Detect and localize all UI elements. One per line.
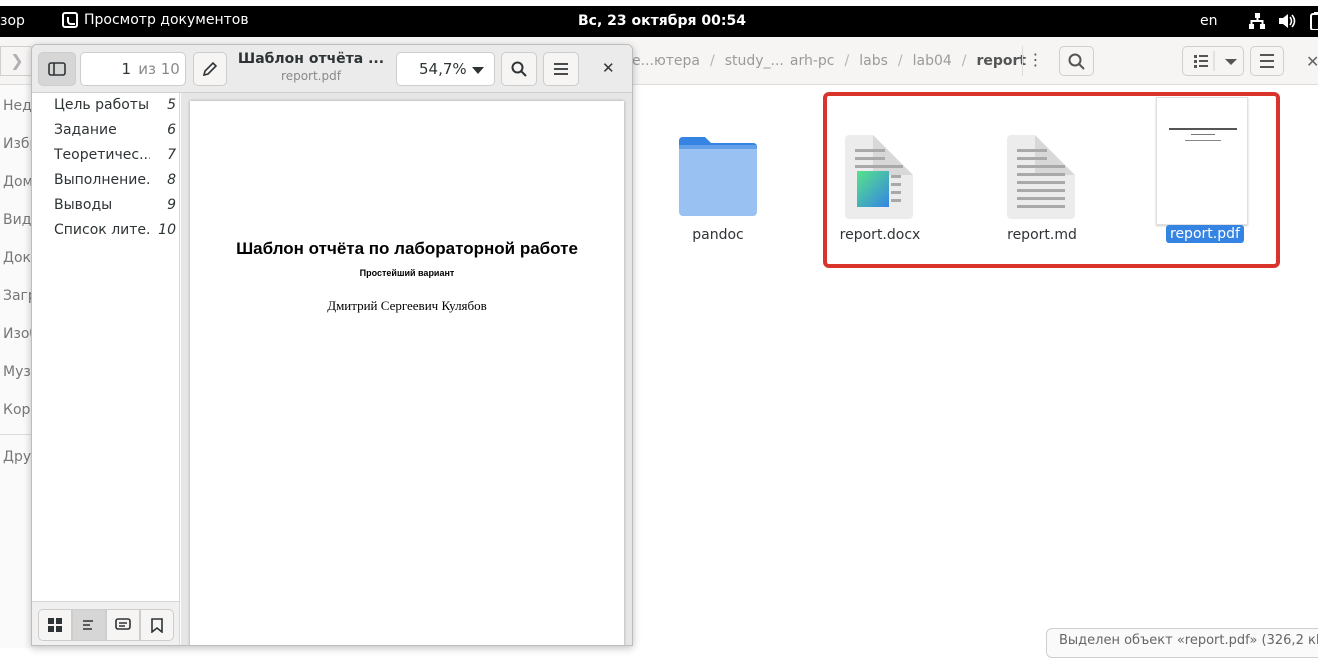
app-menu[interactable]: Просмотр документов — [62, 12, 249, 28]
document-heading: Шаблон отчёта по лабораторной работе — [236, 239, 578, 258]
desktop-strip — [0, 0, 1318, 6]
bookmark-icon — [151, 617, 163, 633]
zoom-level: 54,7% — [419, 60, 467, 78]
main-menu-button[interactable] — [1250, 46, 1284, 76]
network-icon — [1249, 13, 1265, 29]
outline-item[interactable]: Задание 6 — [54, 122, 178, 144]
status-bar: Выделен объект «report.pdf» (326,2 кБ) — [1046, 628, 1318, 658]
outline-label: Цель работы — [54, 97, 150, 113]
keyboard-layout-indicator[interactable]: en — [1200, 13, 1218, 29]
close-icon[interactable]: ✕ — [602, 59, 615, 77]
outline-page: 8 — [167, 172, 176, 188]
page-current[interactable]: 1 — [81, 60, 131, 78]
outline-icon — [83, 620, 93, 630]
search-button[interactable] — [1059, 46, 1094, 76]
volume-icon — [1279, 14, 1296, 28]
outline-label: Выполнение... — [54, 172, 150, 188]
app-menu-label: Просмотр документов — [84, 12, 249, 28]
files-sidebar: Неде Избр Дом Виде Доку Загр Изоб Музы К… — [0, 85, 42, 648]
breadcrumb-separator: / — [961, 53, 967, 69]
search-icon — [511, 61, 527, 77]
viewer-menu-button[interactable] — [543, 52, 579, 86]
document-filename: report.pdf — [281, 69, 341, 83]
activities-button[interactable]: зор — [0, 13, 25, 29]
back-button[interactable]: ❯ — [0, 46, 34, 76]
outline-item[interactable]: Выполнение... 8 — [54, 172, 178, 194]
bookmarks-tab[interactable] — [140, 609, 174, 641]
pdf-page: Шаблон отчёта по лабораторной работе Про… — [190, 101, 624, 645]
zoom-dropdown[interactable]: 54,7% — [396, 52, 495, 86]
sidebar-mode-switcher — [32, 601, 180, 645]
file-name: pandoc — [692, 227, 744, 243]
outline-page: 6 — [167, 122, 176, 138]
files-close-icon[interactable]: ✕ — [1306, 52, 1318, 71]
outline-page: 10 — [158, 222, 176, 238]
annotate-button[interactable] — [193, 52, 227, 86]
document-author: Дмитрий Сергеевич Кулябов — [327, 298, 487, 313]
sidebar-toggle-button[interactable] — [38, 52, 76, 86]
outline-label: Задание — [54, 122, 117, 138]
comment-icon — [115, 618, 131, 630]
outline-page: 9 — [167, 197, 176, 213]
page-total: из 10 — [138, 60, 180, 78]
highlight-annotation — [823, 92, 1280, 268]
breadcrumb-item[interactable]: arh-pc — [790, 53, 835, 69]
outline-sidebar: Цель работы 5 Задание 6 Теоретичес... 7 Вып… — [32, 93, 180, 603]
folder-icon — [679, 137, 757, 216]
outline-label: Список лите... — [54, 222, 150, 238]
clock[interactable]: Вс, 23 октября 00:54 — [578, 13, 746, 29]
outline-page: 5 — [167, 97, 176, 113]
chevron-down-icon — [472, 67, 484, 74]
pencil-icon — [202, 61, 218, 77]
document-subtitle: Простейший вариант — [359, 268, 455, 278]
sidebar-icon — [48, 62, 66, 76]
breadcrumb-item[interactable]: е...ютера — [632, 53, 700, 69]
outline-tab[interactable] — [72, 609, 106, 641]
file-item-pandoc[interactable]: pandoc — [668, 133, 768, 248]
path-menu-button[interactable]: ⋮ — [1022, 46, 1048, 76]
outline-item[interactable]: Теоретичес... 7 — [54, 147, 178, 169]
list-view-icon — [1194, 51, 1237, 71]
sidebar-item-home[interactable]: Дом — [3, 174, 33, 190]
breadcrumb-separator: / — [897, 53, 903, 69]
view-toggle-button[interactable] — [1182, 46, 1244, 76]
outline-label: Теоретичес... — [54, 147, 150, 163]
annotations-tab[interactable] — [106, 609, 140, 641]
document-canvas[interactable]: Шаблон отчёта по лабораторной работе Про… — [181, 93, 632, 645]
sidebar-divider — [0, 434, 34, 435]
breadcrumb[interactable]: е...ютера / study_... arh-pc / labs / la… — [632, 46, 1026, 76]
outline-item[interactable]: Выводы 9 — [54, 197, 178, 219]
document-title-block: Шаблон отчёта ... report.pdf — [232, 51, 390, 83]
hamburger-icon — [1260, 54, 1274, 68]
breadcrumb-item[interactable]: lab04 — [913, 53, 952, 69]
system-tray[interactable] — [1248, 12, 1318, 30]
breadcrumb-separator: / — [709, 53, 715, 69]
outline-item[interactable]: Список лите... 10 — [54, 222, 178, 244]
document-viewer-icon — [62, 12, 78, 28]
outline-label: Выводы — [54, 197, 113, 213]
viewer-headerbar: 1 из 10 Шаблон отчёта ... report.pdf 54,… — [32, 45, 632, 93]
page-number-input[interactable]: 1 из 10 — [80, 52, 186, 86]
battery-icon — [1310, 12, 1318, 30]
search-icon — [1068, 53, 1085, 70]
breadcrumb-current[interactable]: report — [976, 53, 1026, 69]
outline-page: 7 — [167, 147, 176, 163]
outline-item[interactable]: Цель работы 5 — [54, 97, 178, 119]
breadcrumb-separator: / — [844, 53, 850, 69]
top-bar: зор Просмотр документов Вс, 23 октября 0… — [0, 0, 1318, 37]
hamburger-icon — [554, 63, 568, 75]
document-title: Шаблон отчёта ... — [237, 51, 385, 67]
breadcrumb-item[interactable]: labs — [859, 53, 888, 69]
grid-icon — [48, 618, 62, 632]
find-button[interactable] — [501, 52, 537, 86]
thumbnails-tab[interactable] — [38, 609, 72, 641]
document-viewer-window: 1 из 10 Шаблон отчёта ... report.pdf 54,… — [31, 44, 633, 646]
breadcrumb-item[interactable]: study_... — [725, 53, 784, 69]
